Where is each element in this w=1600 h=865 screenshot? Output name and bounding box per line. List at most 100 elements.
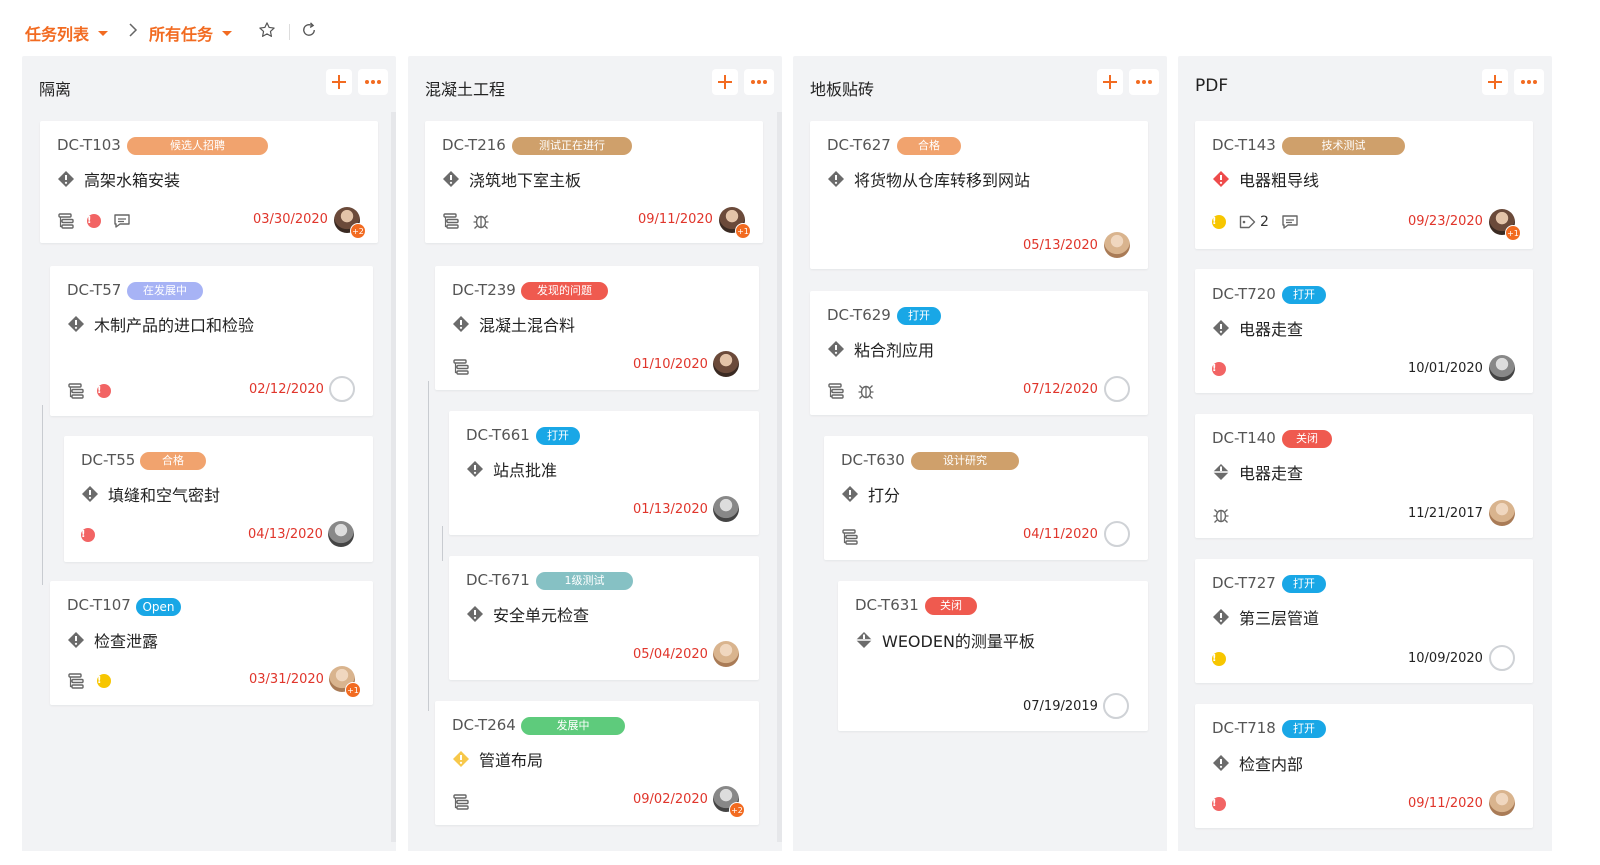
status-badge[interactable]: 1级测试 (536, 572, 633, 590)
more-options-button[interactable] (358, 69, 388, 95)
task-title[interactable]: 混凝土混合料 (452, 312, 575, 336)
status-badge[interactable]: 候选人招聘 (127, 137, 268, 155)
avatar[interactable] (1489, 500, 1515, 526)
more-options-button[interactable] (744, 69, 774, 95)
avatar-placeholder[interactable] (1103, 693, 1129, 719)
more-options-button[interactable] (1514, 69, 1544, 95)
subtasks-icon[interactable] (452, 793, 470, 811)
subtasks-icon[interactable] (827, 382, 845, 400)
avatar[interactable] (1489, 355, 1515, 381)
more-options-button[interactable] (1129, 69, 1159, 95)
task-card[interactable]: DC-T143 技术测试 电器粗导线 ! 2 09/23/2020 +1 (1195, 121, 1533, 249)
task-title[interactable]: 安全单元检查 (466, 602, 589, 626)
task-card[interactable]: DC-T140 关闭 电器走查 11/21/2017 (1195, 414, 1533, 538)
comment-icon[interactable] (1281, 214, 1299, 230)
avatar-placeholder[interactable] (1489, 645, 1515, 671)
task-card[interactable]: DC-T103 候选人招聘 高架水箱安装 ! 03/30/2020 +2 (40, 121, 378, 243)
task-title[interactable]: 检查内部 (1212, 751, 1303, 775)
task-card[interactable]: DC-T631 关闭 WEODEN的测量平板 07/19/2019 (838, 581, 1148, 731)
add-card-button[interactable] (1482, 69, 1508, 95)
task-title[interactable]: 打分 (841, 482, 900, 506)
add-card-button[interactable] (326, 69, 352, 95)
avatar[interactable] (1489, 790, 1515, 816)
avatar[interactable] (328, 521, 354, 547)
task-card[interactable]: DC-T661 打开 站点批准 01/13/2020 (449, 411, 759, 535)
breadcrumb-task-list[interactable]: 任务列表 (25, 21, 109, 45)
task-title[interactable]: 浇筑地下室主板 (442, 167, 581, 191)
bug-icon[interactable] (472, 212, 490, 230)
status-badge[interactable]: 关闭 (1282, 430, 1332, 448)
avatar[interactable] (1104, 232, 1130, 258)
avatar-placeholder[interactable] (329, 376, 355, 402)
column-footer (1178, 845, 1552, 851)
tag-icon[interactable]: 2 (1238, 214, 1269, 230)
task-title[interactable]: 电器走查 (1212, 316, 1303, 340)
priority-icon (827, 340, 845, 358)
task-title[interactable]: 检查泄露 (67, 628, 158, 652)
task-card[interactable]: DC-T671 1级测试 安全单元检查 05/04/2020 (449, 556, 759, 680)
refresh-icon[interactable] (300, 21, 318, 43)
task-card[interactable]: DC-T216 测试正在进行 浇筑地下室主板 09/11/2020 +1 (425, 121, 763, 243)
task-title[interactable]: 填缝和空气密封 (81, 482, 220, 506)
status-badge[interactable]: 打开 (1282, 720, 1326, 738)
bug-icon[interactable] (857, 382, 875, 400)
task-card[interactable]: DC-T727 打开 第三层管道 ! 10/09/2020 (1195, 559, 1533, 683)
task-card[interactable]: DC-T629 打开 粘合剂应用 07/12/2020 (810, 291, 1148, 415)
status-badge[interactable]: Open (136, 598, 181, 616)
task-title[interactable]: 站点批准 (466, 457, 557, 481)
status-badge[interactable]: 关闭 (925, 597, 977, 615)
task-id: DC-T630 (841, 451, 905, 469)
subtasks-icon[interactable] (442, 212, 460, 230)
status-badge[interactable]: 打开 (1282, 575, 1326, 593)
task-title[interactable]: 第三层管道 (1212, 605, 1319, 629)
column-scrollbar[interactable] (777, 112, 782, 842)
status-badge[interactable]: 技术测试 (1282, 137, 1405, 155)
status-badge[interactable]: 合格 (140, 452, 206, 470)
status-badge[interactable]: 测试正在进行 (512, 137, 632, 155)
task-card[interactable]: DC-T55 合格 填缝和空气密封 ! 04/13/2020 (64, 436, 373, 562)
task-title[interactable]: 电器走查 (1212, 460, 1303, 484)
status-badge[interactable]: 合格 (897, 137, 961, 155)
bug-icon[interactable] (1212, 506, 1230, 524)
status-badge[interactable]: 设计研究 (911, 452, 1019, 470)
task-title[interactable]: 将货物从仓库转移到网站 (827, 167, 1030, 191)
subtasks-icon[interactable] (67, 382, 85, 400)
subtasks-icon[interactable] (841, 528, 859, 546)
subtasks-icon[interactable] (452, 358, 470, 376)
breadcrumb-all-tasks[interactable]: 所有任务 (149, 21, 233, 45)
task-card[interactable]: DC-T720 打开 电器走查 ! 10/01/2020 (1195, 269, 1533, 393)
task-card[interactable]: DC-T264 发展中 管道布局 09/02/2020 +2 (435, 701, 759, 825)
status-badge[interactable]: 在发展中 (127, 282, 203, 300)
task-title[interactable]: 电器粗导线 (1212, 167, 1319, 191)
avatar[interactable] (713, 496, 739, 522)
task-card[interactable]: DC-T627 合格 将货物从仓库转移到网站 05/13/2020 (810, 121, 1148, 269)
task-card[interactable]: DC-T107 Open 检查泄露 ! 03/31/2020 +1 (50, 581, 373, 705)
avatar-placeholder[interactable] (1104, 376, 1130, 402)
status-badge[interactable]: 发展中 (521, 717, 625, 735)
add-card-button[interactable] (1097, 69, 1123, 95)
column-scrollbar[interactable] (391, 112, 396, 842)
column-title: 地板贴砖 (810, 80, 875, 99)
status-badge[interactable]: 打开 (897, 307, 941, 325)
task-title[interactable]: WEODEN的测量平板 (855, 628, 1035, 652)
avatar[interactable] (713, 641, 739, 667)
column-title: PDF (1195, 76, 1229, 96)
avatar-placeholder[interactable] (1104, 521, 1130, 547)
star-icon[interactable] (258, 21, 276, 43)
task-card[interactable]: DC-T630 设计研究 打分 04/11/2020 (824, 436, 1148, 560)
status-badge[interactable]: 打开 (1282, 286, 1326, 304)
task-card[interactable]: DC-T57 在发展中 木制产品的进口和检验 ! 02/12/2020 (50, 266, 373, 416)
add-card-button[interactable] (712, 69, 738, 95)
task-card[interactable]: DC-T718 打开 检查内部 ! 09/11/2020 (1195, 704, 1533, 828)
subtasks-icon[interactable] (57, 212, 75, 230)
task-title[interactable]: 木制产品的进口和检验 (67, 312, 254, 336)
task-title[interactable]: 粘合剂应用 (827, 337, 934, 361)
comment-icon[interactable] (113, 213, 131, 229)
task-card[interactable]: DC-T239 发现的问题 混凝土混合料 01/10/2020 (435, 266, 759, 390)
task-title[interactable]: 管道布局 (452, 747, 543, 771)
avatar[interactable] (713, 351, 739, 377)
subtasks-icon[interactable] (67, 672, 85, 690)
status-badge[interactable]: 发现的问题 (521, 282, 608, 300)
task-title[interactable]: 高架水箱安装 (57, 167, 180, 191)
status-badge[interactable]: 打开 (536, 427, 580, 445)
